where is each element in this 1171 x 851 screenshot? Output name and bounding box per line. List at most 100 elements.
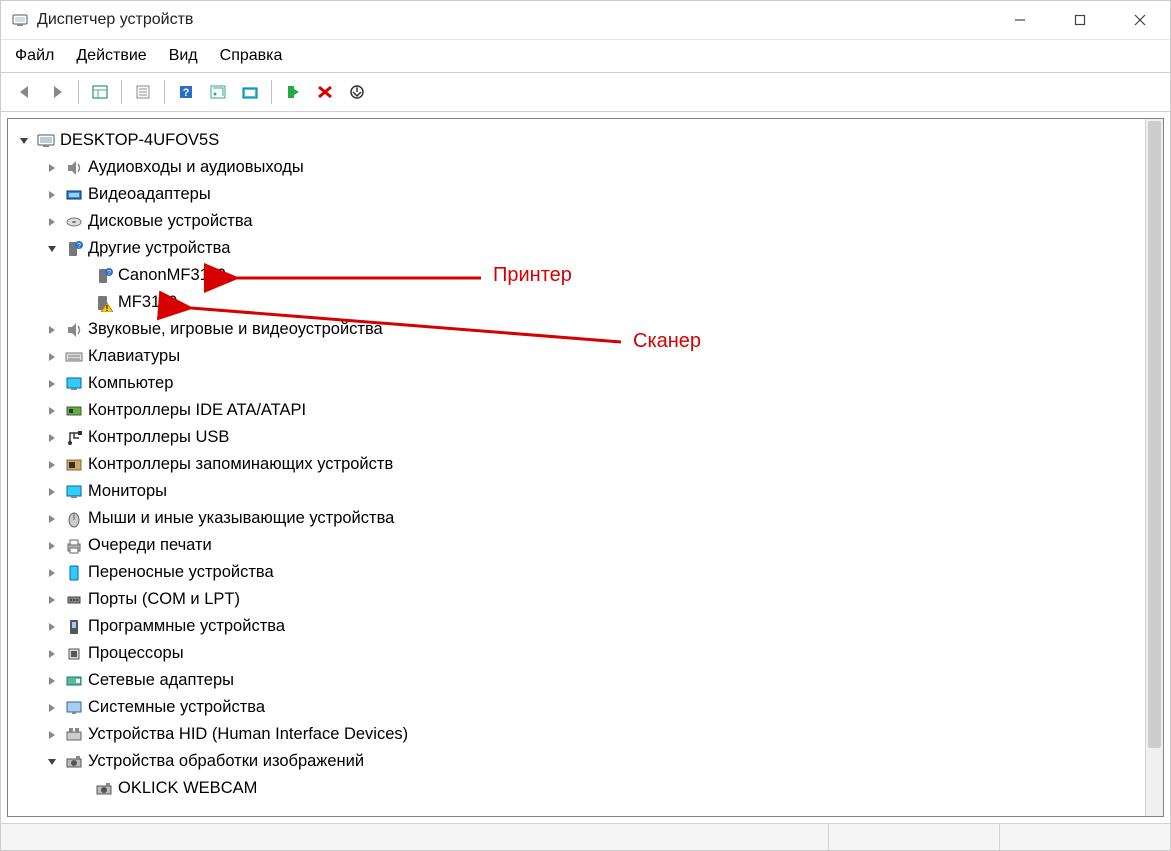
menu-view[interactable]: Вид <box>169 47 198 65</box>
maximize-button[interactable] <box>1050 1 1110 39</box>
software-device-icon <box>64 617 84 637</box>
tree-item-sound-video-game[interactable]: Звуковые, игровые и видеоустройства <box>14 316 1146 343</box>
port-icon <box>64 590 84 610</box>
tree-item-other-devices[interactable]: ? Другие устройства <box>14 235 1146 262</box>
tree-item-label: MF3110 <box>118 293 177 312</box>
tree-item-mice[interactable]: Мыши и иные указывающие устройства <box>14 505 1146 532</box>
tree-item-video-adapters[interactable]: Видеоадаптеры <box>14 181 1146 208</box>
tree-item-label: Контроллеры запоминающих устройств <box>88 455 393 474</box>
vertical-scrollbar[interactable] <box>1145 119 1163 816</box>
forward-button[interactable] <box>42 78 72 106</box>
update-driver-button[interactable] <box>235 78 265 106</box>
chevron-down-icon[interactable] <box>44 241 60 257</box>
tree-item-processors[interactable]: Процессоры <box>14 640 1146 667</box>
tree-item-mf3110[interactable]: ! MF3110 <box>14 289 1146 316</box>
status-pane <box>999 824 1170 850</box>
chevron-right-icon[interactable] <box>44 484 60 500</box>
chevron-right-icon[interactable] <box>44 430 60 446</box>
tree-item-ports[interactable]: Порты (COM и LPT) <box>14 586 1146 613</box>
chevron-right-icon[interactable] <box>44 673 60 689</box>
menu-action[interactable]: Действие <box>76 47 146 65</box>
system-device-icon <box>64 698 84 718</box>
chevron-right-icon[interactable] <box>44 592 60 608</box>
tree-item-network[interactable]: Сетевые адаптеры <box>14 667 1146 694</box>
tree-item-canon-mf3110[interactable]: ? CanonMF3110 <box>14 262 1146 289</box>
statusbar <box>1 823 1170 850</box>
tree-item-computer[interactable]: Компьютер <box>14 370 1146 397</box>
disable-device-button[interactable] <box>342 78 372 106</box>
tree-item-storage-controllers[interactable]: Контроллеры запоминающих устройств <box>14 451 1146 478</box>
chevron-right-icon[interactable] <box>44 727 60 743</box>
device-tree: DESKTOP-4UFOV5S Аудиовходы и аудиовыходы… <box>7 118 1164 817</box>
tree-item-imaging[interactable]: Устройства обработки изображений <box>14 748 1146 775</box>
tree-scroll[interactable]: DESKTOP-4UFOV5S Аудиовходы и аудиовыходы… <box>8 119 1146 816</box>
tree-item-label: Процессоры <box>88 644 184 663</box>
tree-item-audio-io[interactable]: Аудиовходы и аудиовыходы <box>14 154 1146 181</box>
toolbar: ? <box>1 73 1170 112</box>
help-button[interactable]: ? <box>171 78 201 106</box>
chevron-right-icon[interactable] <box>44 646 60 662</box>
properties-button[interactable] <box>128 78 158 106</box>
chevron-right-icon[interactable] <box>44 160 60 176</box>
tree-root[interactable]: DESKTOP-4UFOV5S <box>14 127 1146 154</box>
tree-item-label: CanonMF3110 <box>118 266 226 285</box>
tree-item-print-queues[interactable]: Очереди печати <box>14 532 1146 559</box>
printer-icon <box>64 536 84 556</box>
chevron-right-icon[interactable] <box>44 349 60 365</box>
chevron-right-icon[interactable] <box>44 619 60 635</box>
chevron-right-icon[interactable] <box>44 565 60 581</box>
svg-text:?: ? <box>183 87 190 99</box>
tree-item-label: Программные устройства <box>88 617 285 636</box>
tree-item-keyboards[interactable]: Клавиатуры <box>14 343 1146 370</box>
menu-help[interactable]: Справка <box>220 47 283 65</box>
chevron-right-icon[interactable] <box>44 376 60 392</box>
minimize-button[interactable] <box>990 1 1050 39</box>
disk-drive-icon <box>64 212 84 232</box>
titlebar: Диспетчер устройств <box>1 1 1170 40</box>
tree-item-system[interactable]: Системные устройства <box>14 694 1146 721</box>
unknown-device-warning-icon: ! <box>94 293 114 313</box>
scrollbar-thumb[interactable] <box>1148 121 1161 748</box>
chevron-right-icon[interactable] <box>44 700 60 716</box>
chevron-down-icon[interactable] <box>16 133 32 149</box>
chevron-right-icon[interactable] <box>44 538 60 554</box>
tree-item-label: Мониторы <box>88 482 167 501</box>
speaker-icon <box>64 158 84 178</box>
tree-item-usb-controllers[interactable]: Контроллеры USB <box>14 424 1146 451</box>
tree-item-label: Контроллеры USB <box>88 428 229 447</box>
chevron-right-icon[interactable] <box>44 322 60 338</box>
tree-item-label: Мыши и иные указывающие устройства <box>88 509 394 528</box>
chevron-right-icon[interactable] <box>44 214 60 230</box>
chevron-right-icon[interactable] <box>44 187 60 203</box>
imaging-device-icon <box>94 779 114 799</box>
tree-item-monitors[interactable]: Мониторы <box>14 478 1146 505</box>
portable-device-icon <box>64 563 84 583</box>
menu-file[interactable]: Файл <box>15 47 54 65</box>
chevron-right-icon[interactable] <box>44 511 60 527</box>
tree-item-portable[interactable]: Переносные устройства <box>14 559 1146 586</box>
chevron-right-icon[interactable] <box>44 403 60 419</box>
show-hide-console-button[interactable] <box>85 78 115 106</box>
tree-item-ide-atapi[interactable]: Контроллеры IDE ATA/ATAPI <box>14 397 1146 424</box>
svg-text:?: ? <box>77 243 81 250</box>
scan-hardware-button[interactable] <box>203 78 233 106</box>
chevron-down-icon[interactable] <box>44 754 60 770</box>
svg-text:?: ? <box>107 270 111 277</box>
tree-item-hid[interactable]: Устройства HID (Human Interface Devices) <box>14 721 1146 748</box>
hid-icon <box>64 725 84 745</box>
enable-device-button[interactable] <box>278 78 308 106</box>
uninstall-device-button[interactable] <box>310 78 340 106</box>
status-pane <box>828 824 999 850</box>
tree-item-software-devices[interactable]: Программные устройства <box>14 613 1146 640</box>
chevron-right-icon[interactable] <box>44 457 60 473</box>
network-adapter-icon <box>64 671 84 691</box>
tree-item-label: Порты (COM и LPT) <box>88 590 240 609</box>
tree-item-label: Аудиовходы и аудиовыходы <box>88 158 304 177</box>
tree-item-label: Дисковые устройства <box>88 212 253 231</box>
tree-item-disk-drives[interactable]: Дисковые устройства <box>14 208 1146 235</box>
mouse-icon <box>64 509 84 529</box>
close-button[interactable] <box>1110 1 1170 39</box>
back-button[interactable] <box>10 78 40 106</box>
status-pane <box>1 824 828 850</box>
tree-item-oklick-webcam[interactable]: OKLICK WEBCAM <box>14 775 1146 802</box>
